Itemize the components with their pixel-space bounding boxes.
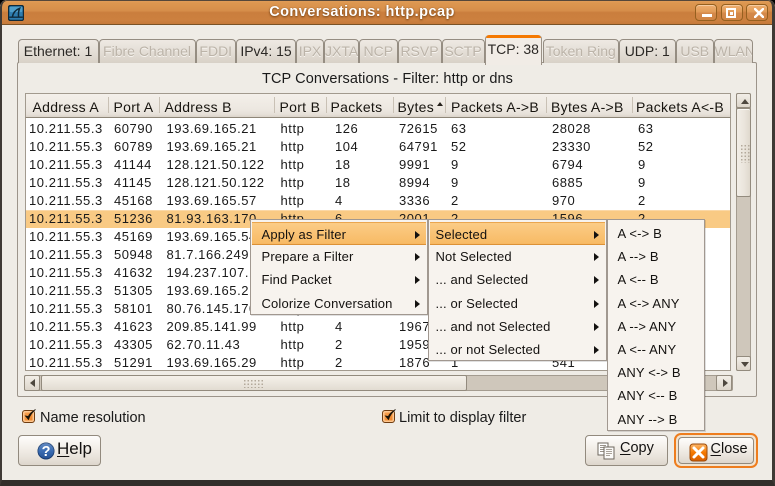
svg-text:?: ? [42, 444, 51, 460]
